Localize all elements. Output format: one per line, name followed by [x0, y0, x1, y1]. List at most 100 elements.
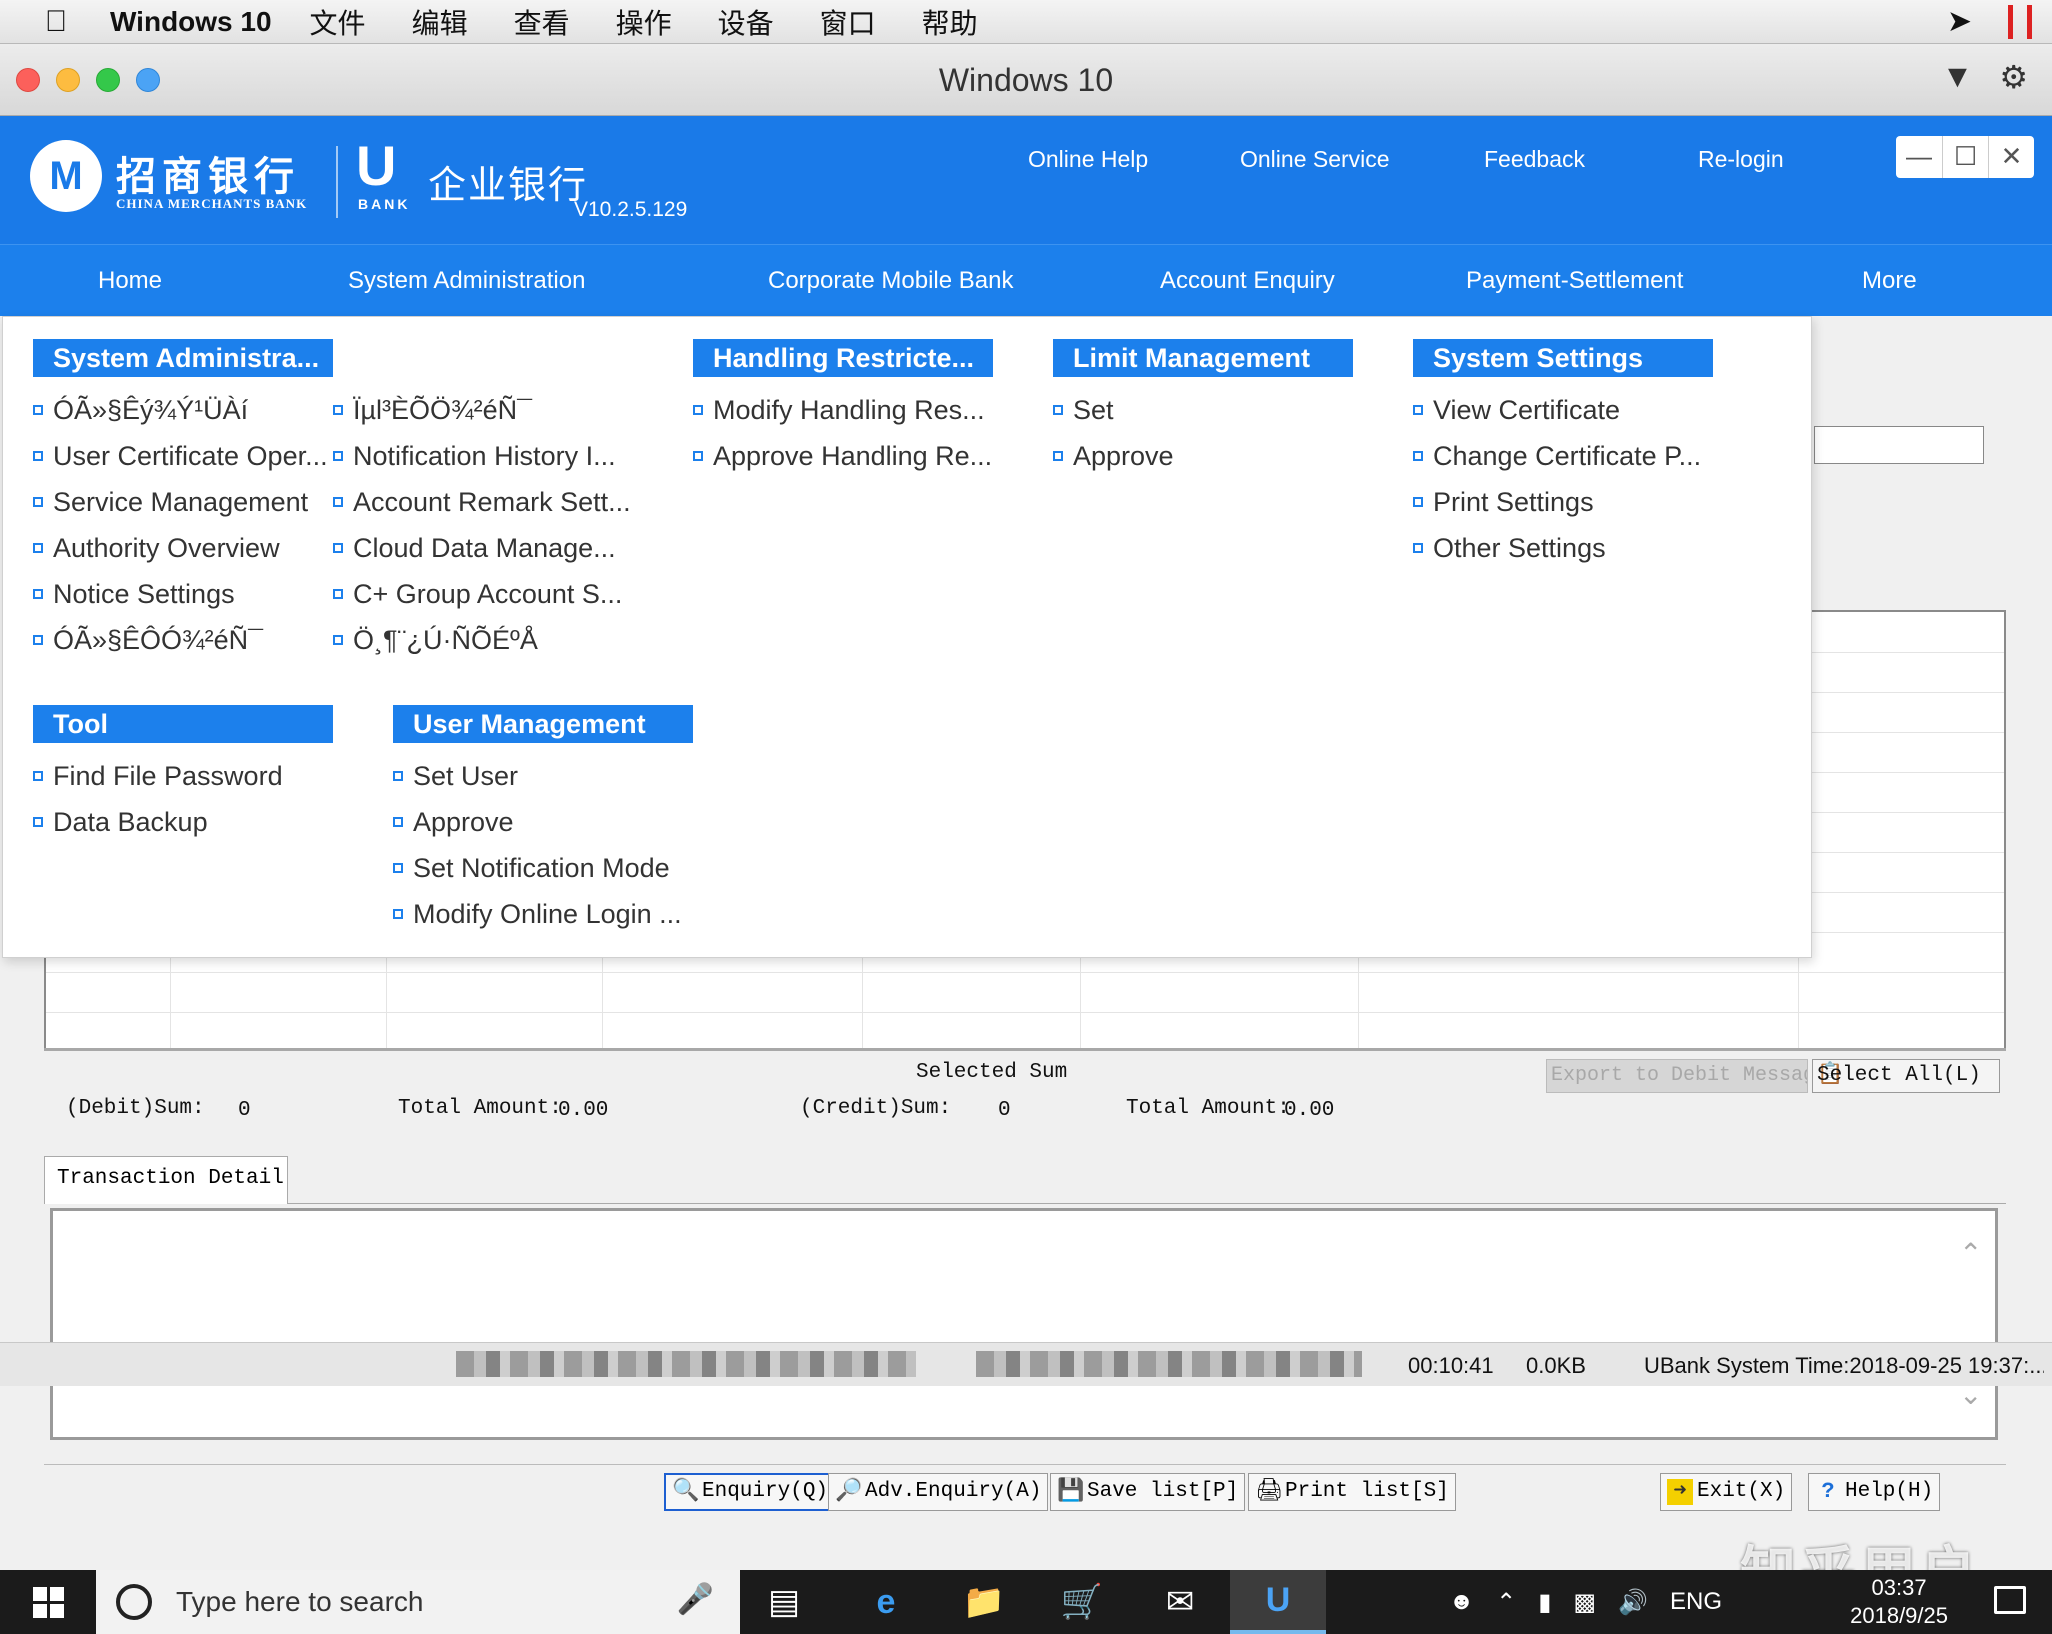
nav-more[interactable]: More: [1862, 267, 1917, 295]
parallels-icon[interactable]: [2008, 4, 2032, 39]
menu-item[interactable]: Ïµl³ÈÕÖ¾²éÑ¯: [333, 387, 631, 433]
online-help-link[interactable]: Online Help: [1028, 146, 1148, 173]
taskbar-search[interactable]: Type here to search 🎤: [96, 1570, 740, 1634]
menu-item-user-certificate[interactable]: User Certificate Oper...: [33, 433, 328, 479]
online-service-link[interactable]: Online Service: [1240, 146, 1390, 173]
store-icon[interactable]: 🛒: [1034, 1570, 1130, 1634]
floppy-icon: 💾: [1057, 1479, 1085, 1504]
apple-menu-icon[interactable]: : [28, 5, 84, 39]
bullet-icon: [33, 635, 43, 645]
cortana-icon[interactable]: [116, 1584, 152, 1620]
mac-app-name[interactable]: Windows 10: [110, 6, 272, 38]
menu-item-label: View Certificate: [1433, 394, 1621, 425]
menu-item-notice-settings[interactable]: Notice Settings: [33, 571, 328, 617]
save-list-button[interactable]: 💾 Save list[P]: [1050, 1473, 1246, 1511]
menu-item-label: Cloud Data Manage...: [353, 532, 616, 563]
menu-item-print-settings[interactable]: Print Settings: [1413, 479, 1701, 525]
menu-item-user-approve[interactable]: Approve: [393, 799, 682, 845]
help-button[interactable]: ? Help(H): [1808, 1473, 1941, 1511]
export-to-debit-button[interactable]: Export to Debit Messag: [1546, 1059, 1808, 1093]
enquiry-button[interactable]: 🔍 Enquiry(Q): [664, 1473, 837, 1511]
mail-icon[interactable]: ✉: [1132, 1570, 1228, 1634]
menu-item-cloud-data[interactable]: Cloud Data Manage...: [333, 525, 631, 571]
feedback-link[interactable]: Feedback: [1484, 146, 1585, 173]
detail-scrollbar[interactable]: ⌃ ⌄: [1951, 1211, 1995, 1437]
menu-item-group-account[interactable]: C+ Group Account S...: [333, 571, 631, 617]
menu-item-service-management[interactable]: Service Management: [33, 479, 328, 525]
menu-item-label: Service Management: [53, 486, 309, 517]
nav-account-enquiry[interactable]: Account Enquiry: [1160, 267, 1335, 295]
menu-item-label: Authority Overview: [53, 532, 280, 563]
close-icon[interactable]: ✕: [1988, 136, 2034, 178]
menu-item[interactable]: ÓÃ»§ÊÔÓ¾²éÑ¯: [33, 617, 328, 663]
mac-menu-window[interactable]: 窗口: [820, 2, 876, 42]
menu-item-set-user[interactable]: Set User: [393, 753, 682, 799]
debit-total-label: Total Amount:: [398, 1097, 562, 1120]
mac-menu-action[interactable]: 操作: [616, 2, 672, 42]
ubank-taskbar-icon[interactable]: U: [1230, 1570, 1326, 1634]
transaction-detail-box[interactable]: ⌃ ⌄: [50, 1208, 1998, 1440]
filter-input[interactable]: [1814, 426, 1984, 464]
mac-menu-edit[interactable]: 编辑: [412, 2, 468, 42]
bullet-icon: [333, 543, 343, 553]
menu-item-set-notification-mode[interactable]: Set Notification Mode: [393, 845, 682, 891]
mac-menu-file[interactable]: 文件: [310, 2, 366, 42]
microphone-icon[interactable]: 🎤: [677, 1582, 714, 1617]
credit-total-value: 0.00: [1284, 1099, 1335, 1122]
menu-item-authority-overview[interactable]: Authority Overview: [33, 525, 328, 571]
nav-home[interactable]: Home: [98, 267, 162, 295]
start-button[interactable]: [0, 1570, 96, 1634]
select-all-button[interactable]: 📋 Select All(L): [1812, 1059, 2000, 1093]
volume-icon[interactable]: 🔊: [1618, 1588, 1648, 1617]
menu-item-notification-history[interactable]: Notification History I...: [333, 433, 631, 479]
task-view-icon[interactable]: ▤: [736, 1570, 832, 1634]
minimize-icon[interactable]: —: [1896, 136, 1942, 178]
nav-system-administration[interactable]: System Administration: [348, 267, 585, 295]
menu-item-other-settings[interactable]: Other Settings: [1413, 525, 1701, 571]
gear-icon[interactable]: ⚙: [1999, 58, 2028, 96]
network-icon[interactable]: ▩: [1573, 1588, 1596, 1617]
menu-item-data-backup[interactable]: Data Backup: [33, 799, 283, 845]
action-center-icon[interactable]: [1994, 1586, 2026, 1614]
menu-item-view-certificate[interactable]: View Certificate: [1413, 387, 1701, 433]
language-indicator[interactable]: ENG: [1670, 1588, 1722, 1616]
mac-menu-help[interactable]: 帮助: [922, 2, 978, 42]
menu-item-find-file-password[interactable]: Find File Password: [33, 753, 283, 799]
battery-icon[interactable]: ▮: [1538, 1588, 1551, 1617]
edge-icon[interactable]: e: [838, 1570, 934, 1634]
menu-item-limit-approve[interactable]: Approve: [1053, 433, 1174, 479]
menu-item[interactable]: ÓÃ»§Êý¾Ý¹ÜÀí: [33, 387, 328, 433]
mac-menu-devices[interactable]: 设备: [718, 2, 774, 42]
nav-corporate-mobile-bank[interactable]: Corporate Mobile Bank: [768, 267, 1013, 295]
select-all-label: Select All(L): [1817, 1064, 1981, 1087]
bullet-icon: [333, 497, 343, 507]
mac-menu-view[interactable]: 查看: [514, 2, 570, 42]
exit-button[interactable]: ➜ Exit(X): [1660, 1473, 1793, 1511]
cmb-logo-icon: M: [30, 140, 102, 212]
menu-item-change-certificate[interactable]: Change Certificate P...: [1413, 433, 1701, 479]
system-settings-list: View Certificate Change Certificate P...…: [1413, 387, 1701, 571]
chevron-up-icon[interactable]: ⌃: [1496, 1588, 1516, 1617]
menu-item-modify-online-login[interactable]: Modify Online Login ...: [393, 891, 682, 937]
menu-item-label: Find File Password: [53, 760, 283, 791]
menu-item[interactable]: Ö¸¶¨¿Ú·ÑÕÉºÅ: [333, 617, 631, 663]
printer-icon: 🖨: [1255, 1479, 1283, 1504]
menu-item-label: ÓÃ»§ÊÔÓ¾²éÑ¯: [53, 624, 263, 655]
people-icon[interactable]: ☻: [1449, 1588, 1474, 1616]
system-admin-col1: ÓÃ»§Êý¾Ý¹ÜÀí User Certificate Oper... Se…: [33, 387, 328, 663]
taskbar-clock[interactable]: 03:37 2018/9/25: [1850, 1574, 1948, 1630]
adv-enquiry-button[interactable]: 🔎 Adv.Enquiry(A): [828, 1473, 1049, 1511]
relogin-link[interactable]: Re-login: [1698, 146, 1784, 173]
menu-item-modify-handling[interactable]: Modify Handling Res...: [693, 387, 992, 433]
pin-icon[interactable]: ➤: [1947, 4, 1972, 39]
print-list-button[interactable]: 🖨 Print list[S]: [1248, 1473, 1456, 1511]
tab-transaction-detail[interactable]: Transaction Detail: [44, 1156, 288, 1204]
dropdown-arrow-icon[interactable]: ▼: [1942, 58, 1974, 96]
maximize-icon[interactable]: ☐: [1942, 136, 1988, 178]
scroll-up-icon[interactable]: ⌃: [1959, 1237, 1982, 1270]
nav-payment-settlement[interactable]: Payment-Settlement: [1466, 267, 1683, 295]
menu-item-account-remark[interactable]: Account Remark Sett...: [333, 479, 631, 525]
menu-item-limit-set[interactable]: Set: [1053, 387, 1174, 433]
menu-item-approve-handling[interactable]: Approve Handling Re...: [693, 433, 992, 479]
file-explorer-icon[interactable]: 📁: [936, 1570, 1032, 1634]
